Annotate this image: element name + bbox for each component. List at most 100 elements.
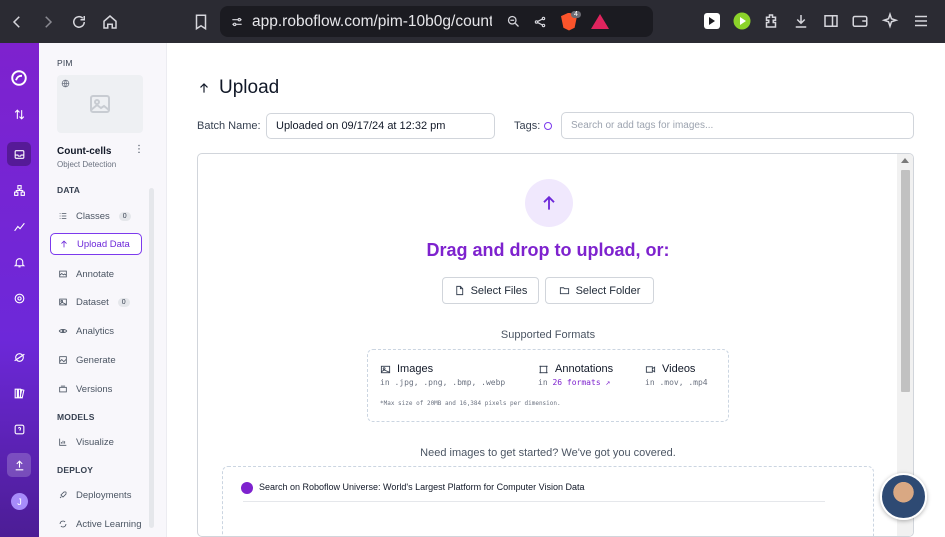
select-files-button[interactable]: Select Files	[442, 277, 539, 304]
universe-search-input[interactable]	[243, 501, 825, 507]
tags-help-icon[interactable]	[544, 122, 552, 130]
menu-icon[interactable]	[912, 12, 930, 30]
universe-heading: Search on Roboflow Universe: World's Lar…	[259, 482, 585, 492]
format-annotations: Annotations in 26 formats ↗	[538, 363, 614, 387]
dataset-icon	[59, 298, 67, 306]
address-bar[interactable]: app.roboflow.com/pim-10b0g/count... 4	[220, 6, 653, 37]
leo-ai-icon[interactable]	[881, 11, 899, 30]
browser-toolbar: app.roboflow.com/pim-10b0g/count... 4	[0, 0, 945, 43]
sidebar-item-generate[interactable]: Generate	[50, 349, 142, 371]
sidebar-item-versions[interactable]: Versions	[50, 378, 142, 400]
upload-title-icon	[200, 83, 208, 93]
download-icon[interactable]	[792, 12, 810, 30]
upload-icon	[61, 240, 67, 248]
reload-icon[interactable]	[65, 8, 93, 36]
upload-rail-icon[interactable]	[7, 453, 31, 477]
play-extension-icon[interactable]	[733, 12, 751, 30]
forward-icon[interactable]	[34, 8, 62, 36]
workflows-icon[interactable]	[7, 178, 31, 202]
sidebar-item-deployments[interactable]: Deployments	[50, 484, 142, 506]
brave-rewards-icon[interactable]	[590, 14, 609, 29]
site-settings-icon[interactable]	[230, 15, 244, 29]
brave-count-badge: 4	[571, 11, 581, 18]
bookmark-icon[interactable]	[187, 8, 215, 36]
globe-icon	[61, 79, 70, 88]
video-icon	[645, 365, 656, 373]
project-type: Object Detection	[57, 160, 117, 169]
universe-logo-icon	[241, 482, 253, 494]
visualize-icon	[59, 438, 67, 446]
formats-box: Images in .jpg, .png, .bmp, .webp Annota…	[367, 349, 729, 422]
upload-circle-icon	[525, 179, 573, 227]
drag-drop-heading: Drag and drop to upload, or:	[426, 240, 670, 260]
help-icon[interactable]	[7, 417, 31, 441]
sidebar-item-analytics[interactable]: Analytics	[50, 320, 142, 342]
universe-search-box: Search on Roboflow Universe: World's Lar…	[222, 466, 874, 536]
sidebar-item-visualize[interactable]: Visualize	[50, 431, 142, 453]
notifications-icon[interactable]	[7, 250, 31, 274]
share-icon[interactable]	[533, 15, 547, 29]
home-icon[interactable]	[96, 8, 124, 36]
active-learning-icon	[59, 520, 67, 528]
puzzle-icon[interactable]	[762, 12, 780, 30]
inbox-icon[interactable]	[7, 142, 31, 166]
dataset-count-badge: 0	[117, 297, 130, 307]
batch-name-input[interactable]: Uploaded on 09/17/24 at 12:32 pm	[266, 113, 495, 139]
support-chat-avatar[interactable]	[880, 473, 927, 520]
upload-page: Upload Batch Name: Uploaded on 09/17/24 …	[167, 43, 945, 537]
need-images-text: Need images to get started? We've got yo…	[420, 447, 676, 459]
sidebar-toggle-icon[interactable]	[822, 12, 840, 30]
section-deploy: DEPLOY	[57, 465, 94, 475]
project-sidebar: PIM Count-cells ⋮ Object Detection DATA …	[39, 43, 167, 537]
universe-icon[interactable]	[7, 345, 31, 369]
sidebar-item-classes[interactable]: Classes 0	[50, 205, 142, 227]
sidebar-item-annotate[interactable]: Annotate	[50, 263, 142, 285]
annotation-formats-link[interactable]: 26 formats	[552, 378, 600, 387]
dropzone[interactable]: Drag and drop to upload, or: Select File…	[197, 153, 914, 537]
docs-icon[interactable]	[7, 381, 31, 405]
section-models: MODELS	[57, 412, 95, 422]
project-name: Count-cells	[57, 146, 112, 157]
folder-icon	[559, 287, 569, 295]
classes-count-badge: 0	[118, 211, 131, 221]
page-title: Upload	[197, 77, 279, 99]
project-menu-icon[interactable]: ⋮	[134, 144, 144, 155]
section-data: DATA	[57, 185, 81, 195]
extension-icon[interactable]	[703, 12, 721, 30]
sidebar-item-dataset[interactable]: Dataset 0	[50, 291, 142, 313]
rocket-icon	[59, 491, 67, 499]
back-icon[interactable]	[3, 8, 31, 36]
roboflow-logo-icon[interactable]	[7, 66, 31, 90]
tags-label: Tags:	[514, 120, 541, 132]
external-link-icon: ↗	[605, 378, 611, 387]
project-thumbnail[interactable]	[57, 75, 143, 133]
select-folder-button[interactable]: Select Folder	[545, 277, 654, 304]
image-icon	[380, 365, 391, 373]
generate-icon	[59, 356, 67, 364]
max-size-note: *Max size of 20MB and 16,384 pixels per …	[380, 400, 561, 407]
batch-name-label: Batch Name:	[197, 120, 261, 132]
scroll-thumb[interactable]	[901, 170, 910, 392]
monitoring-icon[interactable]	[7, 214, 31, 238]
sidebar-item-upload-data[interactable]: Upload Data	[50, 233, 142, 255]
file-icon	[455, 285, 463, 296]
scroll-up-icon[interactable]	[901, 158, 909, 163]
format-videos: Videos in .mov, .mp4	[645, 363, 708, 387]
user-avatar[interactable]: J	[11, 493, 28, 510]
analytics-icon	[58, 329, 68, 333]
annotate-icon	[59, 270, 67, 278]
annotation-icon	[539, 365, 548, 373]
format-images: Images in .jpg, .png, .bmp, .webp	[380, 363, 506, 387]
zoom-icon[interactable]	[506, 14, 521, 29]
projects-icon[interactable]	[7, 102, 31, 126]
app-rail: J	[0, 43, 39, 537]
url-text: app.roboflow.com/pim-10b0g/count...	[252, 12, 492, 30]
sidebar-scrollbar[interactable]	[149, 188, 154, 528]
settings-icon[interactable]	[7, 286, 31, 310]
workspace-name: PIM	[57, 58, 73, 68]
sidebar-item-active-learning[interactable]: Active Learning	[50, 513, 142, 535]
supported-formats-title: Supported Formats	[500, 329, 596, 341]
list-icon	[59, 213, 67, 219]
wallet-icon[interactable]	[851, 12, 869, 30]
tags-input[interactable]: Search or add tags for images...	[561, 112, 914, 139]
